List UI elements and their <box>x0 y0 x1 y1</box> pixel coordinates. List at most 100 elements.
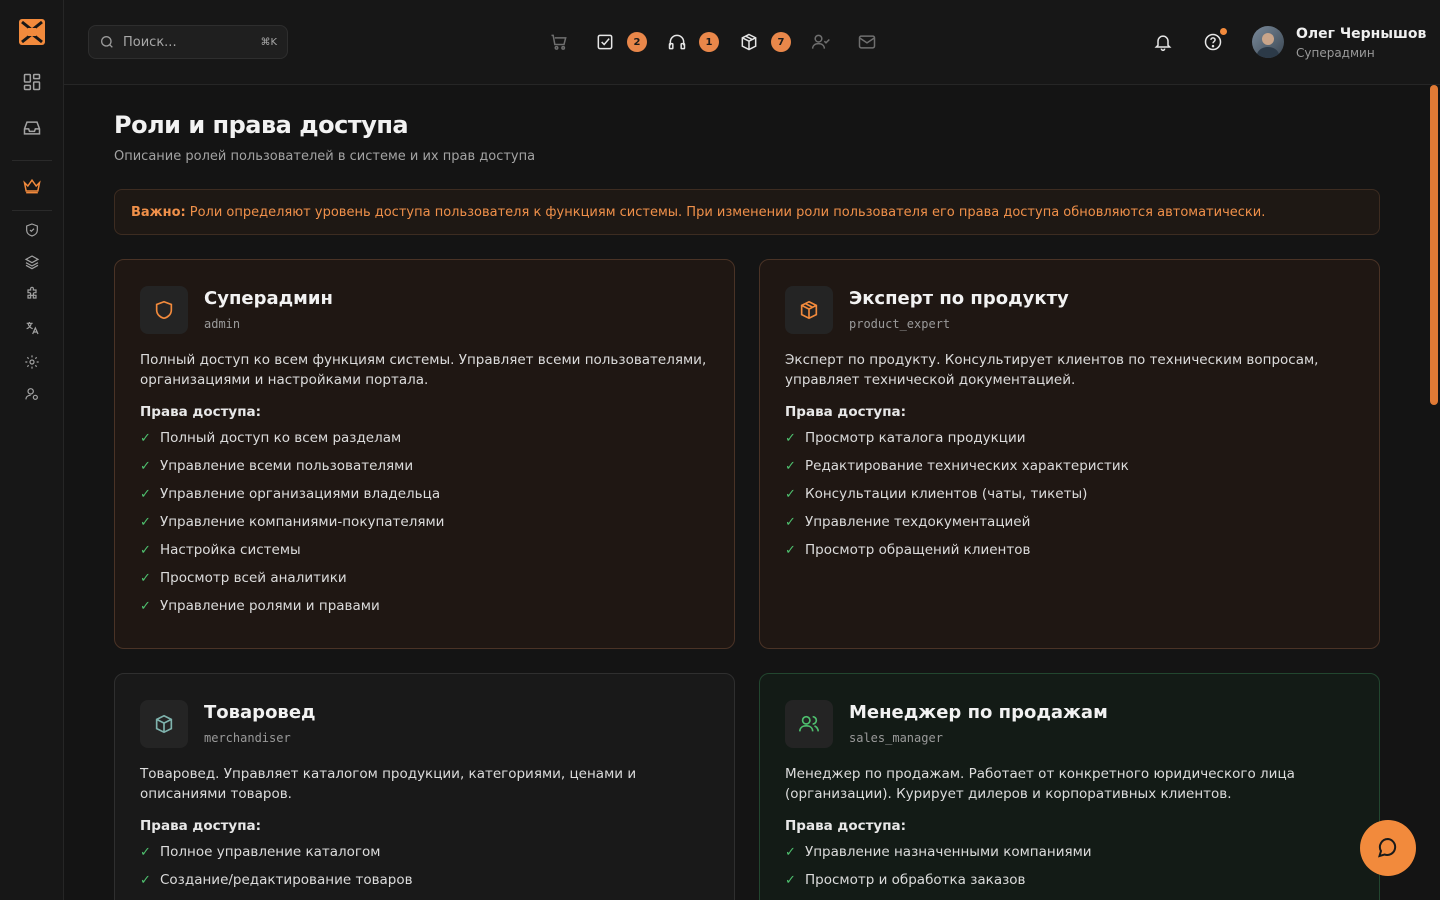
permissions-label: Права доступа: <box>140 404 262 420</box>
notice-label: Важно: <box>131 204 186 220</box>
search-box[interactable]: ⌘K <box>88 25 288 59</box>
check-icon: ✓ <box>785 542 796 558</box>
mail-icon[interactable] <box>855 30 879 54</box>
sidebar-divider <box>12 210 52 211</box>
permission-item: ✓ Управление компаниями-покупателями <box>140 514 445 530</box>
permissions-list: ✓ Просмотр каталога продукции ✓ Редактиров… <box>785 424 1354 564</box>
permission-item: ✓ Просмотр и обработка заказов <box>785 872 1026 888</box>
user-name[interactable]: Олег Чернышов <box>1296 26 1426 42</box>
check-icon: ✓ <box>785 430 796 446</box>
permission-item: ✓ Консультации клиентов (чаты, тикеты) <box>785 486 1088 502</box>
box-icon <box>140 700 188 748</box>
role-code: sales_manager <box>849 731 943 745</box>
permission-item: ✓ Просмотр каталога продукции <box>785 430 1026 446</box>
user-role: Суперадмин <box>1296 46 1375 60</box>
search-shortcut: ⌘K <box>260 36 277 48</box>
dashboard-icon[interactable] <box>16 66 48 98</box>
headphones-icon[interactable] <box>665 30 689 54</box>
check-icon: ✓ <box>785 458 796 474</box>
role-description: Менеджер по продажам. Работает от конкре… <box>785 766 1295 802</box>
sidebar-divider <box>12 160 52 161</box>
translate-icon[interactable] <box>16 312 48 344</box>
role-code: product_expert <box>849 317 951 331</box>
users-icon <box>785 700 833 748</box>
avatar[interactable] <box>1252 26 1284 58</box>
check-icon: ✓ <box>140 430 151 446</box>
logo-icon[interactable] <box>18 18 46 46</box>
check-icon: ✓ <box>785 486 796 502</box>
layers-icon[interactable] <box>16 246 48 278</box>
check-icon: ✓ <box>140 872 151 888</box>
check-icon: ✓ <box>785 872 796 888</box>
settings-icon[interactable] <box>16 346 48 378</box>
tasks-badge: 2 <box>627 32 647 52</box>
role-card-sales-manager: Менеджер по продажам sales_manager Менед… <box>759 673 1380 900</box>
bell-icon[interactable] <box>1151 30 1175 54</box>
role-title: Товаровед <box>204 702 316 723</box>
search-input[interactable] <box>123 34 243 50</box>
permission-item: ✓ Редактирование технических характеристи… <box>785 458 1129 474</box>
package-icon <box>785 286 833 334</box>
check-icon: ✓ <box>140 458 151 474</box>
permissions-label: Права доступа: <box>140 818 262 834</box>
role-description: Товаровед. Управляет каталогом продукции… <box>140 766 637 802</box>
package-icon[interactable] <box>737 30 761 54</box>
permission-item: ✓ Управление ролями и правами <box>140 598 380 614</box>
tasks-icon[interactable] <box>593 30 617 54</box>
inbox-icon[interactable] <box>16 112 48 144</box>
permission-item: ✓ Управление всеми пользователями <box>140 458 414 474</box>
chat-fab-button[interactable] <box>1360 820 1416 876</box>
permissions-label: Права доступа: <box>785 404 907 420</box>
check-icon: ✓ <box>140 844 151 860</box>
chat-bubble-icon <box>1378 837 1397 858</box>
role-description: Полный доступ ко всем функциям системы. … <box>140 352 707 388</box>
role-card-product-expert: Эксперт по продукту product_expert Экспе… <box>759 259 1380 649</box>
search-icon <box>101 36 113 48</box>
permission-item: ✓ Управление организациями владельца <box>140 486 441 502</box>
shield-check-icon[interactable] <box>16 214 48 246</box>
help-notification-dot <box>1220 28 1227 35</box>
permissions-list: ✓ Управление назначенными компаниями ✓ Про… <box>785 838 1354 894</box>
check-icon: ✓ <box>785 844 796 860</box>
top-header: ⌘K 2 1 7 Олег Чернышов Суперадмин <box>64 0 1440 85</box>
check-icon: ✓ <box>140 486 151 502</box>
main-content: Роли и права доступа Описание ролей поль… <box>64 85 1440 900</box>
role-title: Менеджер по продажам <box>849 702 1108 723</box>
crown-icon[interactable] <box>16 170 48 202</box>
check-icon: ✓ <box>140 542 151 558</box>
role-code: merchandiser <box>204 731 291 745</box>
page-subtitle: Описание ролей пользователей в системе и… <box>114 149 536 164</box>
scrollbar[interactable] <box>1430 85 1438 405</box>
permission-item: ✓ Полное управление каталогом <box>140 844 381 860</box>
role-title: Суперадмин <box>204 288 333 309</box>
products-badge: 7 <box>771 32 791 52</box>
important-notice: Важно: Роли определяют уровень доступа п… <box>114 189 1380 235</box>
notice-text: Роли определяют уровень доступа пользова… <box>189 204 1266 220</box>
cart-icon[interactable] <box>547 30 571 54</box>
permission-item: ✓ Просмотр всей аналитики <box>140 570 347 586</box>
permission-item: ✓ Создание/редактирование товаров <box>140 872 413 888</box>
puzzle-icon[interactable] <box>16 278 48 310</box>
role-card-merchandiser: Товаровед merchandiser Товаровед. Управл… <box>114 673 735 900</box>
sidebar <box>0 0 64 900</box>
role-code: admin <box>204 317 241 331</box>
user-settings-icon[interactable] <box>16 378 48 410</box>
permissions-label: Права доступа: <box>785 818 907 834</box>
role-title: Эксперт по продукту <box>849 288 1069 309</box>
check-icon: ✓ <box>140 570 151 586</box>
permission-item: ✓ Просмотр обращений клиентов <box>785 542 1031 558</box>
permissions-list: ✓ Полный доступ ко всем разделам ✓ Управле… <box>140 424 709 620</box>
role-description: Эксперт по продукту. Консультирует клиен… <box>785 352 1319 388</box>
support-badge: 1 <box>699 32 719 52</box>
shield-icon <box>140 286 188 334</box>
check-icon: ✓ <box>140 598 151 614</box>
check-icon: ✓ <box>785 514 796 530</box>
check-icon: ✓ <box>140 514 151 530</box>
role-card-admin: Суперадмин admin Полный доступ ко всем ф… <box>114 259 735 649</box>
permission-item: ✓ Управление техдокументацией <box>785 514 1031 530</box>
permission-item: ✓ Управление назначенными компаниями <box>785 844 1092 860</box>
permissions-list: ✓ Полное управление каталогом ✓ Создание/р… <box>140 838 709 894</box>
user-check-icon[interactable] <box>809 30 833 54</box>
permission-item: ✓ Полный доступ ко всем разделам <box>140 430 402 446</box>
permission-item: ✓ Настройка системы <box>140 542 301 558</box>
